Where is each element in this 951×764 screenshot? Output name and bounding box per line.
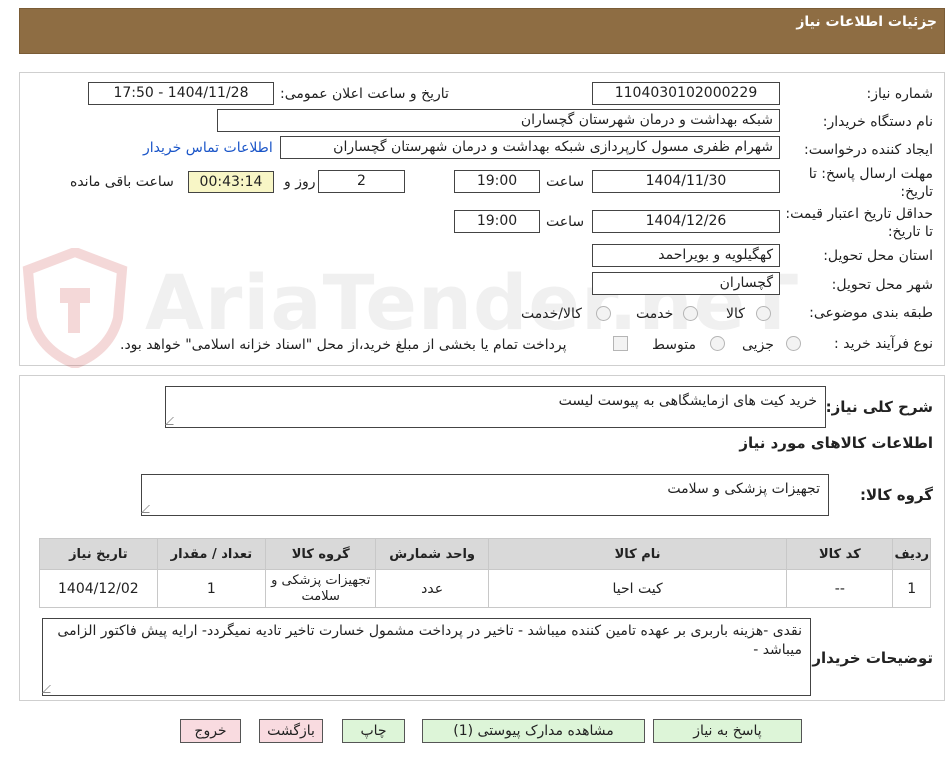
col-quantity: تعداد / مقدار bbox=[156, 538, 267, 570]
cell-row-number: 1 bbox=[892, 569, 931, 608]
shield-logo-icon bbox=[22, 248, 128, 368]
col-row-number: ردیف bbox=[892, 538, 931, 570]
col-goods-code: کد کالا bbox=[786, 538, 894, 570]
col-goods-name: نام کالا bbox=[487, 538, 788, 570]
buyer-org-field[interactable]: شبکه بهداشت و درمان شهرستان گچساران bbox=[217, 109, 780, 132]
resize-handle-icon[interactable] bbox=[165, 417, 181, 425]
buyer-org-label: نام دستگاه خریدار: bbox=[822, 114, 933, 130]
category-label: طبقه بندی موضوعی: bbox=[809, 305, 933, 321]
process-minor-radio[interactable] bbox=[786, 336, 801, 351]
treasury-note: پرداخت تمام یا بخشی از مبلغ خرید،از محل … bbox=[120, 337, 567, 353]
process-medium-label: متوسط bbox=[652, 337, 696, 353]
cell-unit: عدد bbox=[375, 569, 489, 608]
remaining-label: ساعت باقی مانده bbox=[70, 174, 174, 190]
city-field[interactable]: گچساران bbox=[592, 272, 780, 295]
description-label: شرح کلی نیاز: bbox=[825, 398, 933, 416]
goods-group-textarea[interactable]: تجهیزات پزشکی و سلامت bbox=[141, 474, 829, 516]
creator-field[interactable]: شهرام ظفری مسول کارپردازی شبکه بهداشت و … bbox=[280, 136, 780, 159]
goods-group-label: گروه کالا: bbox=[860, 486, 933, 504]
items-table: ردیف کد کالا نام کالا واحد شمارش گروه کا… bbox=[39, 538, 931, 608]
buyer-notes-label: توضیحات خریدار: bbox=[806, 649, 933, 667]
buyer-notes-textarea[interactable]: نقدی -هزینه باربری بر عهده تامین کننده م… bbox=[42, 618, 811, 696]
announce-label: تاریخ و ساعت اعلان عمومی: bbox=[280, 86, 449, 102]
goods-info-title: اطلاعات کالاهای مورد نیاز bbox=[739, 434, 933, 452]
page-title: جزئیات اطلاعات نیاز bbox=[796, 14, 937, 30]
validity-time-field[interactable]: 19:00 bbox=[454, 210, 540, 233]
print-button[interactable]: چاپ bbox=[342, 719, 405, 743]
table-header-row: ردیف کد کالا نام کالا واحد شمارش گروه کا… bbox=[39, 538, 931, 570]
province-field[interactable]: کهگیلویه و بویراحمد bbox=[592, 244, 780, 267]
process-minor-label: جزیی bbox=[742, 337, 774, 353]
category-goods-radio[interactable] bbox=[756, 306, 771, 321]
view-attachments-button[interactable]: مشاهده مدارک پیوستی (1) bbox=[422, 719, 645, 743]
days-remaining-field[interactable]: 2 bbox=[318, 170, 405, 193]
cell-goods-code: -- bbox=[786, 569, 894, 608]
remaining-time-field[interactable]: 00:43:14 bbox=[188, 171, 274, 193]
col-need-date: تاریخ نیاز bbox=[39, 538, 158, 570]
province-label: استان محل تحویل: bbox=[823, 248, 933, 264]
cell-quantity: 1 bbox=[156, 569, 267, 608]
validity-label: حداقل تاریخ اعتبار قیمت: تا تاریخ: bbox=[785, 206, 933, 240]
validity-time-label: ساعت bbox=[546, 214, 585, 230]
category-goods-label: کالا bbox=[726, 306, 745, 322]
reply-date-field[interactable]: 1404/11/30 bbox=[592, 170, 780, 193]
col-unit: واحد شمارش bbox=[375, 538, 489, 570]
resize-handle-icon[interactable] bbox=[141, 505, 157, 513]
process-medium-radio[interactable] bbox=[710, 336, 725, 351]
need-number-field[interactable]: 1104030102000229 bbox=[592, 82, 780, 105]
reply-deadline-label: مهلت ارسال پاسخ: تا تاریخ: bbox=[808, 166, 933, 200]
cell-goods-name: کیت احیا bbox=[487, 569, 788, 608]
reply-time-field[interactable]: 19:00 bbox=[454, 170, 540, 193]
table-row[interactable]: 1 -- کیت احیا عدد تجهیزات پزشکی و سلامت … bbox=[39, 569, 931, 608]
validity-date-field[interactable]: 1404/12/26 bbox=[592, 210, 780, 233]
resize-handle-icon[interactable] bbox=[42, 685, 58, 693]
cell-goods-group: تجهیزات پزشکی و سلامت bbox=[265, 569, 377, 608]
goods-group-text: تجهیزات پزشکی و سلامت bbox=[667, 481, 820, 497]
creator-label: ایجاد کننده درخواست: bbox=[804, 142, 933, 158]
days-label: روز و bbox=[284, 174, 316, 190]
cell-need-date: 1404/12/02 bbox=[39, 569, 158, 608]
category-both-radio[interactable] bbox=[596, 306, 611, 321]
reply-time-label: ساعت bbox=[546, 174, 585, 190]
col-goods-group: گروه کالا bbox=[265, 538, 377, 570]
category-service-radio[interactable] bbox=[683, 306, 698, 321]
buyer-contact-link[interactable]: اطلاعات تماس خریدار bbox=[143, 140, 273, 156]
reply-button[interactable]: پاسخ به نیاز bbox=[653, 719, 802, 743]
description-text: خرید کیت های ازمایشگاهی به پیوست لیست bbox=[558, 393, 817, 409]
treasury-checkbox[interactable] bbox=[613, 336, 628, 351]
exit-button[interactable]: خروج bbox=[180, 719, 241, 743]
need-number-label: شماره نیاز: bbox=[866, 86, 934, 102]
buyer-notes-text: نقدی -هزینه باربری بر عهده تامین کننده م… bbox=[57, 623, 802, 658]
city-label: شهر محل تحویل: bbox=[831, 277, 933, 293]
category-service-label: خدمت bbox=[636, 306, 674, 322]
back-button[interactable]: بازگشت bbox=[259, 719, 323, 743]
description-textarea[interactable]: خرید کیت های ازمایشگاهی به پیوست لیست bbox=[165, 386, 826, 428]
process-label: نوع فرآیند خرید : bbox=[834, 336, 933, 352]
announce-field[interactable]: 1404/11/28 - 17:50 bbox=[88, 82, 274, 105]
category-both-label: کالا/خدمت bbox=[521, 306, 582, 322]
